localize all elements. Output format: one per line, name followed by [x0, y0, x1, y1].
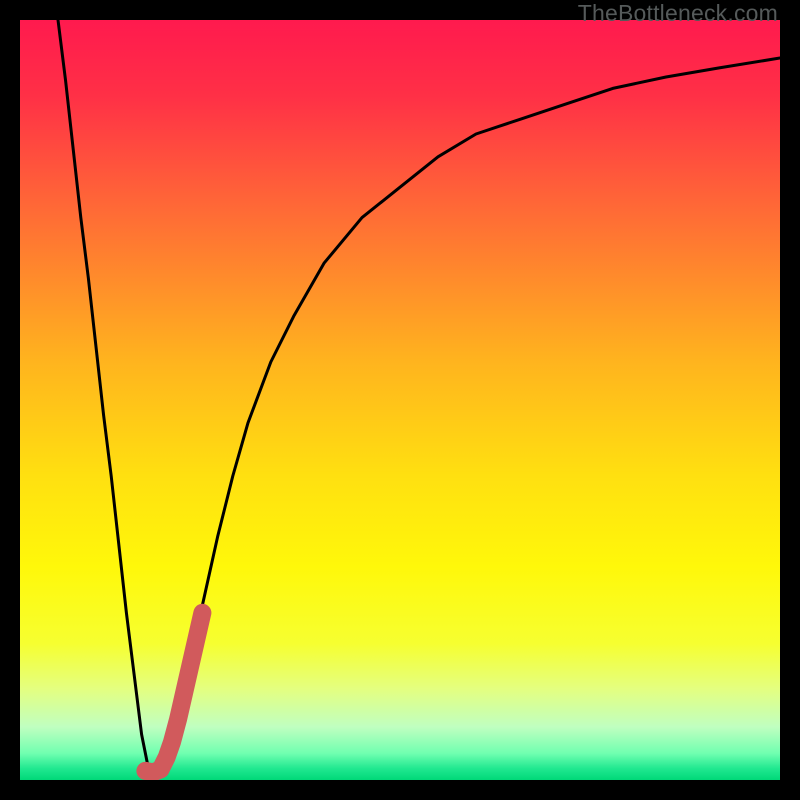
- chart-frame: TheBottleneck.com: [0, 0, 800, 800]
- chart-svg: [20, 20, 780, 780]
- watermark-text: TheBottleneck.com: [578, 0, 778, 27]
- plot-area: [20, 20, 780, 780]
